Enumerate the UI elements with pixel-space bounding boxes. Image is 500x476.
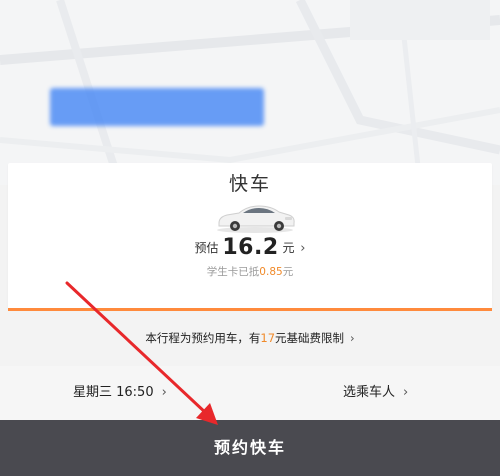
reservation-fee-notice[interactable]: 本行程为预约用车，有17元基础费限制 › [0,330,500,346]
discount-unit: 元 [282,266,294,278]
chevron-right-icon: › [403,385,409,400]
car-icon [217,205,295,233]
passenger-selector[interactable]: 选乘车人 › [343,366,408,420]
departure-time-label: 星期三 16:50 [73,385,154,400]
map-area[interactable] [0,0,500,185]
price-unit: 元 [282,241,295,255]
discount-prefix: 学生卡已抵 [206,266,260,278]
notice-text-before: 本行程为预约用车，有 [145,331,261,345]
vehicle-type-title: 快车 [228,173,271,195]
chevron-right-icon: › [350,331,355,345]
departure-time-selector[interactable]: 星期三 16:50 › [73,366,167,420]
selected-tab-indicator [8,308,492,311]
passenger-label: 选乘车人 [343,385,396,400]
vehicle-card[interactable]: 快车 预估 16.2 元 › 学生卡已抵0.85元 [8,163,492,309]
price-value: 16.2 [222,235,279,260]
discount-amount: 0.85 [259,266,283,278]
price-prefix: 预估 [194,241,219,255]
booking-options: 星期三 16:50 › 选乘车人 › [0,366,500,420]
notice-amount: 17 [260,331,276,345]
price-estimate[interactable]: 预估 16.2 元 › [8,235,492,260]
chevron-right-icon: › [161,385,167,400]
chevron-right-icon: › [300,241,306,256]
notice-text-after: 元基础费限制 [275,331,345,345]
map-blurred-button[interactable] [50,88,264,126]
discount-info: 学生卡已抵0.85元 [8,264,492,279]
book-express-button[interactable]: 预约快车 [0,420,500,476]
